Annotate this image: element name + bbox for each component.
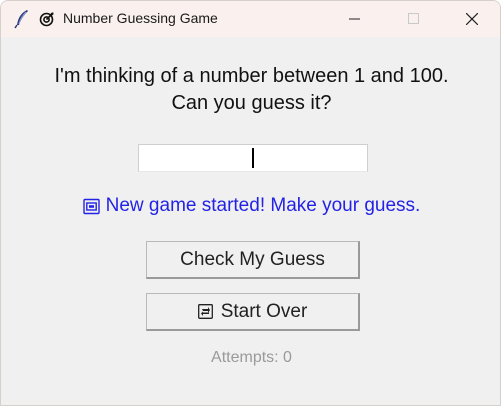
target-icon bbox=[39, 12, 54, 27]
app-window: Number Guessing Game I'm thinking of a n… bbox=[0, 0, 501, 406]
close-icon bbox=[466, 13, 478, 25]
prompt-line-1: I'm thinking of a number between 1 and 1… bbox=[54, 65, 449, 87]
check-guess-button[interactable]: Check My Guess bbox=[146, 241, 360, 279]
window-title: Number Guessing Game bbox=[63, 10, 218, 26]
prompt-line-2: Can you guess it? bbox=[171, 92, 332, 114]
attempts-counter: Attempts: 0 bbox=[211, 349, 292, 366]
feather-icon bbox=[14, 10, 28, 29]
maximize-icon bbox=[408, 13, 419, 24]
start-over-label: Start Over bbox=[220, 300, 308, 322]
status-message: New game started! Make your guess. bbox=[1, 195, 500, 221]
minimize-icon bbox=[349, 18, 360, 20]
title-bar[interactable]: Number Guessing Game bbox=[1, 1, 500, 37]
minimize-button[interactable] bbox=[326, 1, 384, 37]
restart-icon bbox=[197, 304, 213, 319]
maximize-button[interactable] bbox=[385, 1, 443, 37]
game-prompt: I'm thinking of a number between 1 and 1… bbox=[1, 63, 500, 117]
text-cursor bbox=[252, 148, 254, 168]
start-over-button[interactable]: Start Over bbox=[146, 293, 360, 331]
close-button[interactable] bbox=[443, 1, 500, 37]
check-guess-label: Check My Guess bbox=[180, 248, 325, 270]
new-game-icon bbox=[82, 198, 100, 214]
status-text: New game started! Make your guess. bbox=[105, 195, 421, 216]
